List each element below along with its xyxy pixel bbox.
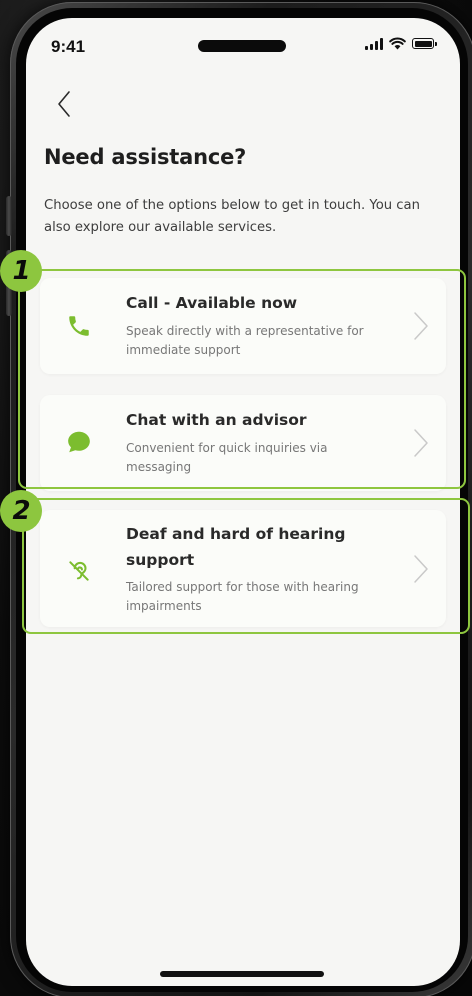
hearing-impaired-icon [69, 561, 89, 581]
call-option-title: Call - Available now [126, 294, 298, 312]
call-option-card[interactable]: Call - Available now Speak directly with… [40, 278, 446, 374]
hearing-support-title-line2: support [126, 551, 195, 569]
hearing-support-title-line1: Deaf and hard of hearing [126, 525, 346, 543]
chat-option-description: Convenient for quick inquiries via messa… [126, 441, 328, 474]
step-badge-2: 2 [0, 490, 42, 532]
phone-icon [69, 316, 89, 336]
page-subtitle: Choose one of the options below to get i… [44, 198, 420, 235]
status-bar: 9:41 [26, 18, 460, 74]
hearing-support-option-card[interactable]: Deaf and hard of hearing support Tailore… [40, 510, 446, 627]
back-button[interactable] [42, 84, 82, 124]
chevron-right-icon [414, 429, 428, 457]
chat-option-card[interactable]: Chat with an advisor Convenient for quic… [40, 395, 446, 491]
page-title: Need assistance? [44, 145, 247, 169]
dynamic-island [198, 40, 286, 52]
battery-icon [412, 38, 437, 49]
chevron-right-icon [414, 555, 428, 583]
device-frame: 9:41 Need assistance? Choose one of the … [0, 0, 472, 996]
wifi-icon [389, 37, 406, 50]
chevron-right-icon [414, 312, 428, 340]
chat-option-title: Chat with an advisor [126, 411, 307, 429]
call-option-description: Speak directly with a representative for… [126, 324, 364, 357]
home-indicator[interactable] [160, 971, 324, 977]
chevron-left-icon [58, 91, 70, 117]
step-badge-1: 1 [0, 250, 42, 292]
hearing-support-description: Tailored support for those with hearing … [126, 580, 359, 613]
status-time: 9:41 [51, 37, 86, 56]
status-icons [365, 37, 437, 50]
chat-bubble-icon [68, 431, 90, 453]
cellular-signal-icon [365, 37, 383, 50]
side-button [6, 196, 12, 236]
app-screen: 9:41 Need assistance? Choose one of the … [26, 18, 460, 986]
